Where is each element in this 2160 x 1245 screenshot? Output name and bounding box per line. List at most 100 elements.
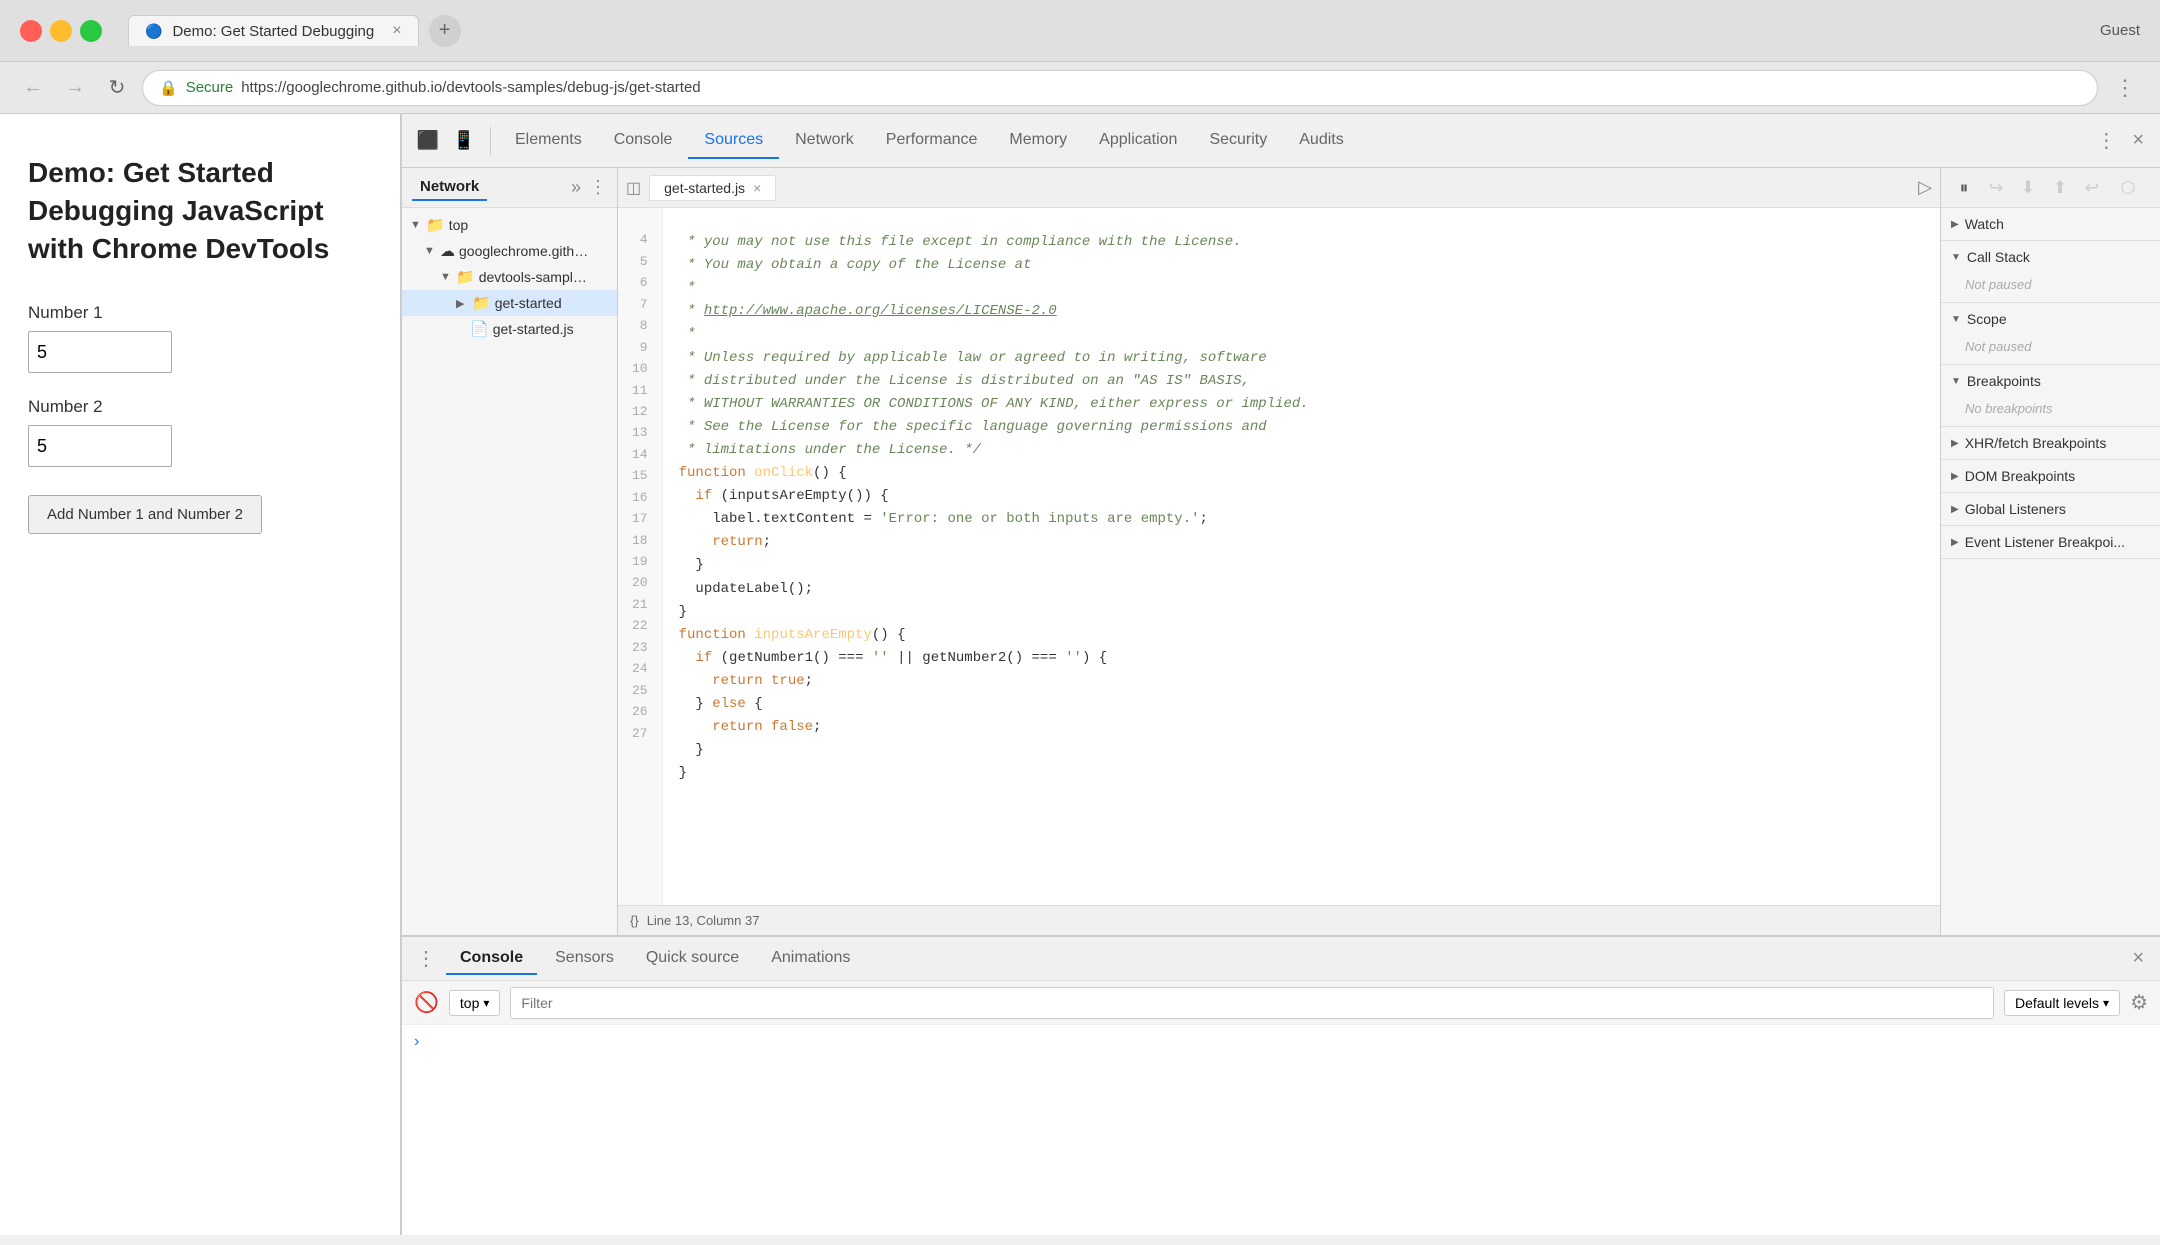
console-content[interactable]: ›: [402, 1025, 2160, 1235]
step-into-button[interactable]: ⬇: [2013, 173, 2043, 203]
xhr-breakpoints-section: ▶ XHR/fetch Breakpoints: [1941, 427, 2160, 460]
pause-button[interactable]: ⏸: [1949, 173, 1979, 203]
inspect-icon[interactable]: ⬛: [410, 123, 446, 159]
page-title: Demo: Get Started Debugging JavaScript w…: [28, 154, 372, 267]
tab-security[interactable]: Security: [1193, 123, 1283, 159]
step-over-button[interactable]: ↪: [1981, 173, 2011, 203]
code-editor-content[interactable]: 4 5 6 7 8 9 10 11 12 13 14 15 16 17 18 1…: [618, 208, 1940, 905]
debug-panel: ⏸ ↪ ⬇ ⬆ ↩ ⬡ ▶ Watch ▼: [1940, 168, 2160, 935]
devtools-close-button[interactable]: ×: [2124, 129, 2152, 152]
tab-audits[interactable]: Audits: [1283, 123, 1359, 159]
number2-input[interactable]: [28, 425, 172, 467]
file-panel-header: Network » ⋮: [402, 168, 617, 208]
close-traffic-light[interactable]: [20, 20, 42, 42]
console-settings-icon[interactable]: ⚙: [2130, 990, 2148, 1015]
number1-input[interactable]: [28, 331, 172, 373]
secure-label: Secure: [186, 79, 234, 96]
event-listener-header[interactable]: ▶ Event Listener Breakpoi...: [1941, 526, 2160, 558]
code-lines: * you may not use this file except in co…: [663, 208, 1325, 905]
console-tab-animations[interactable]: Animations: [757, 943, 864, 975]
console-close-button[interactable]: ×: [2124, 947, 2152, 970]
watch-section-header[interactable]: ▶ Watch: [1941, 208, 2160, 240]
tab-elements[interactable]: Elements: [499, 123, 598, 159]
global-label: Global Listeners: [1965, 501, 2066, 517]
code-tab-active[interactable]: get-started.js ×: [649, 175, 776, 201]
secure-icon: 🔒: [159, 79, 178, 97]
context-chevron-icon: ▾: [483, 996, 489, 1010]
new-tab-button[interactable]: +: [429, 15, 461, 47]
tab-console[interactable]: Console: [598, 123, 689, 159]
xhr-arrow-icon: ▶: [1951, 438, 1959, 449]
file-panel-more[interactable]: »: [571, 177, 581, 198]
tab-memory[interactable]: Memory: [993, 123, 1083, 159]
cloud-icon: ☁: [440, 242, 455, 260]
tab-close-icon[interactable]: ×: [392, 22, 401, 40]
tab-network[interactable]: Network: [779, 123, 870, 159]
console-toolbar: 🚫 top ▾ Default levels ▾ ⚙: [402, 981, 2160, 1025]
browser-tab[interactable]: 🔵 Demo: Get Started Debugging ×: [128, 15, 419, 46]
tree-item-github[interactable]: ▼ ☁ googlechrome.github: [402, 238, 617, 264]
scope-content: Not paused: [1941, 335, 2160, 364]
tree-item-get-started-js[interactable]: 📄 get-started.js: [402, 316, 617, 342]
breakpoints-section: ▼ Breakpoints No breakpoints: [1941, 365, 2160, 427]
devtools-more-tabs[interactable]: ⋮: [2088, 128, 2124, 153]
scope-header[interactable]: ▼ Scope: [1941, 303, 2160, 335]
file-tab-network[interactable]: Network: [412, 174, 487, 201]
tree-label-get-started: get-started: [495, 295, 562, 311]
step-button[interactable]: ↩: [2077, 173, 2107, 203]
tab-application[interactable]: Application: [1083, 123, 1193, 159]
global-arrow-icon: ▶: [1951, 504, 1959, 515]
console-tab-sensors[interactable]: Sensors: [541, 943, 628, 975]
address-bar[interactable]: 🔒 Secure https://googlechrome.github.io/…: [142, 70, 2098, 106]
tree-label-js: get-started.js: [493, 321, 574, 337]
xhr-label: XHR/fetch Breakpoints: [1965, 435, 2107, 451]
breakpoints-header[interactable]: ▼ Breakpoints: [1941, 365, 2160, 397]
file-panel-kebab[interactable]: ⋮: [581, 177, 607, 198]
console-kebab-icon[interactable]: ⋮: [410, 946, 442, 971]
dom-breakpoints-header[interactable]: ▶ DOM Breakpoints: [1941, 460, 2160, 492]
minimize-traffic-light[interactable]: [50, 20, 72, 42]
console-levels-value: Default levels: [2015, 995, 2099, 1011]
tree-item-get-started-folder[interactable]: ▶ 📁 get-started: [402, 290, 617, 316]
dom-label: DOM Breakpoints: [1965, 468, 2075, 484]
call-stack-content: Not paused: [1941, 273, 2160, 302]
device-toggle-icon[interactable]: 📱: [446, 123, 482, 159]
curly-braces-icon: {}: [630, 913, 639, 928]
file-tree: ▼ 📁 top ▼ ☁ googlechrome.github ▼ 📁: [402, 208, 617, 346]
maximize-traffic-light[interactable]: [80, 20, 102, 42]
add-button[interactable]: Add Number 1 and Number 2: [28, 495, 262, 534]
file-tree-panel: Network » ⋮ ▼ 📁 top ▼ ☁ googlechro: [402, 168, 618, 935]
webpage-preview: Demo: Get Started Debugging JavaScript w…: [0, 114, 402, 1235]
code-tab-right-icon[interactable]: ▷: [1918, 177, 1932, 198]
tab-favicon: 🔵: [145, 23, 162, 40]
call-stack-header[interactable]: ▼ Call Stack: [1941, 241, 2160, 273]
tab-sources[interactable]: Sources: [688, 123, 779, 159]
tab-performance[interactable]: Performance: [870, 123, 994, 159]
breakpoints-label: Breakpoints: [1967, 373, 2041, 389]
code-editor-panel: ◫ get-started.js × ▷ 4 5 6 7 8 9 10 11 1…: [618, 168, 1940, 935]
back-button[interactable]: ←: [16, 71, 50, 105]
global-listeners-header[interactable]: ▶ Global Listeners: [1941, 493, 2160, 525]
console-filter-input[interactable]: [510, 987, 1994, 1019]
code-panel-icon[interactable]: ◫: [626, 178, 641, 198]
console-panel: ⋮ Console Sensors Quick source Animation…: [402, 935, 2160, 1235]
console-context-dropdown[interactable]: top ▾: [449, 990, 501, 1016]
dom-arrow-icon: ▶: [1951, 471, 1959, 482]
console-clear-button[interactable]: 🚫: [414, 990, 439, 1015]
number2-label: Number 2: [28, 397, 372, 417]
scope-arrow-icon: ▼: [1951, 314, 1961, 325]
tree-label-samples: devtools-samples/: [479, 269, 589, 285]
console-tab-quicksource[interactable]: Quick source: [632, 943, 753, 975]
tree-item-devtools-samples[interactable]: ▼ 📁 devtools-samples/: [402, 264, 617, 290]
console-tab-console[interactable]: Console: [446, 943, 537, 975]
deactivate-button[interactable]: ⬡: [2113, 173, 2143, 203]
browser-more-icon[interactable]: ⋮: [2106, 75, 2144, 101]
tree-item-top[interactable]: ▼ 📁 top: [402, 212, 617, 238]
devtools-tab-bar: ⬛ 📱 Elements Console Sources Network Per…: [402, 114, 2160, 168]
code-tab-close-icon[interactable]: ×: [753, 180, 761, 196]
step-out-button[interactable]: ⬆: [2045, 173, 2075, 203]
xhr-breakpoints-header[interactable]: ▶ XHR/fetch Breakpoints: [1941, 427, 2160, 459]
forward-button[interactable]: →: [58, 71, 92, 105]
console-levels-dropdown[interactable]: Default levels ▾: [2004, 990, 2120, 1016]
refresh-button[interactable]: ↻: [100, 71, 134, 105]
